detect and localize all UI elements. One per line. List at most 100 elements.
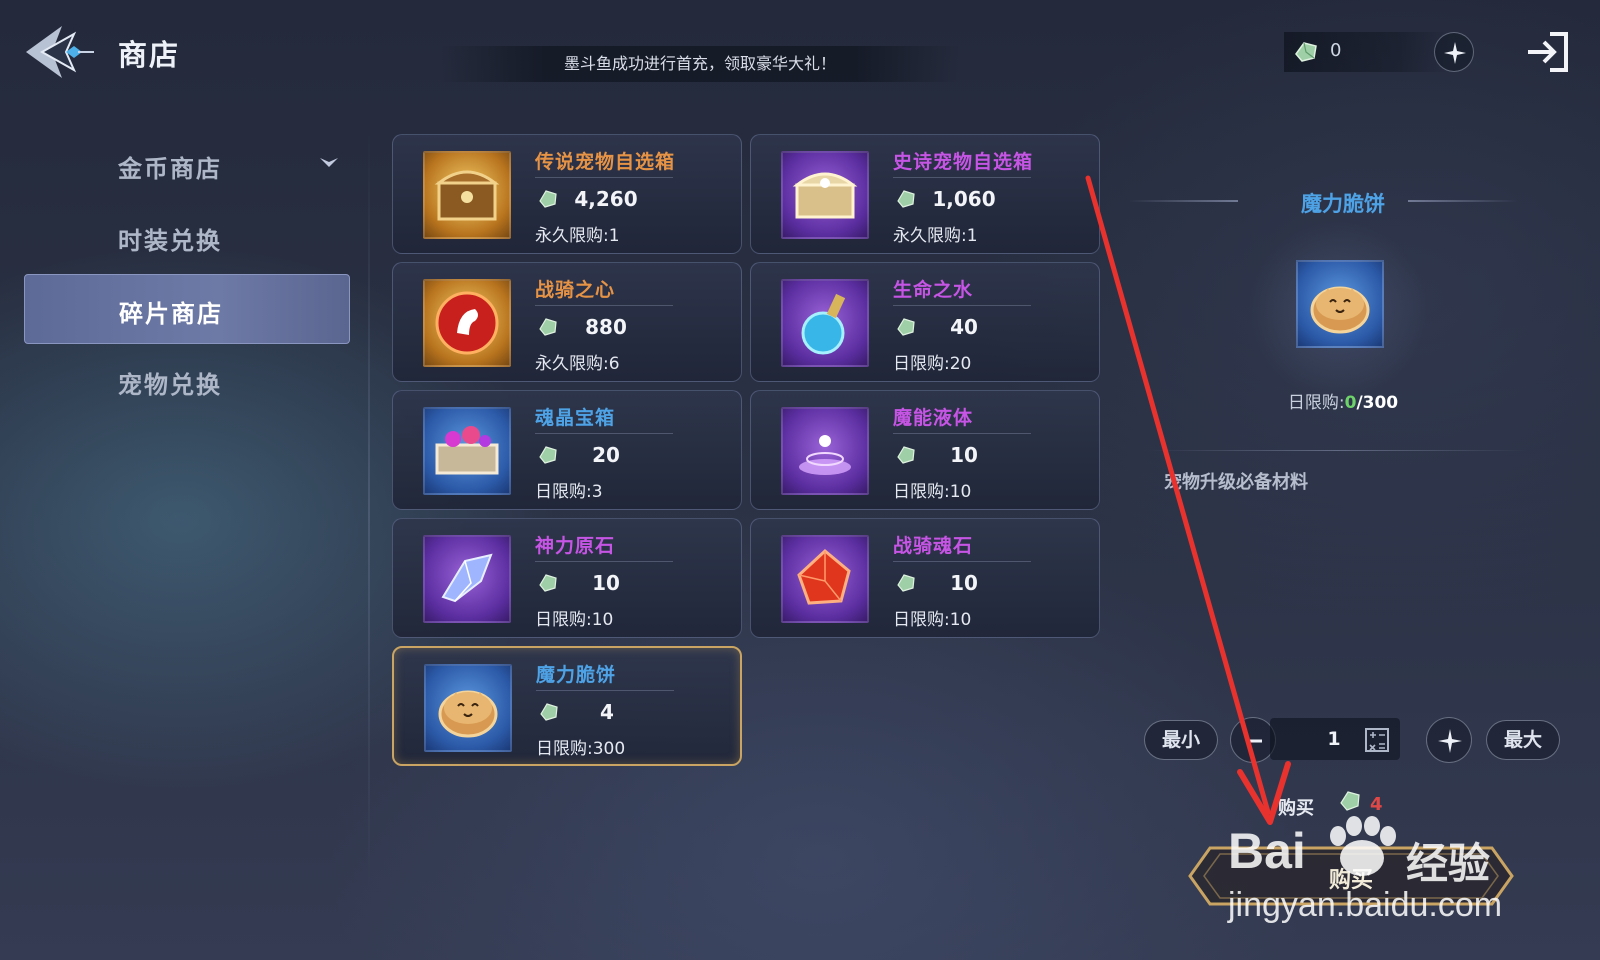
plus-sparkle-icon <box>1438 729 1462 753</box>
red-soul-stone-icon <box>781 535 869 623</box>
item-name: 战骑之心 <box>535 279 616 301</box>
item-purchase-limit: 日限购:20 <box>893 354 972 374</box>
shop-item-card-selected[interactable]: 魔力脆饼 4 日限购:300 <box>392 646 742 766</box>
quantity-increase-button[interactable] <box>1426 717 1472 763</box>
item-price: 10 <box>950 443 978 467</box>
shard-currency-icon <box>895 573 917 597</box>
shard-currency-icon <box>895 445 917 469</box>
item-purchase-limit: 日限购:10 <box>893 610 972 630</box>
total-cost-label: 购买 <box>1278 798 1314 819</box>
divider <box>893 177 1031 178</box>
notice-banner: 墨斗鱼成功进行首充，领取豪华大礼！ <box>440 46 960 82</box>
ornament-line <box>1408 200 1518 202</box>
shop-item-card[interactable]: 魔能液体 10 日限购:10 <box>750 390 1100 510</box>
limit-max: /300 <box>1356 393 1399 413</box>
divider <box>893 433 1031 434</box>
item-purchase-limit: 日限购:300 <box>536 739 626 759</box>
limit-label: 日限购: <box>1287 393 1345 413</box>
item-name: 魂晶宝箱 <box>535 407 616 429</box>
shop-item-card[interactable]: 神力原石 10 日限购:10 <box>392 518 742 638</box>
item-price: 4 <box>600 700 614 724</box>
item-name: 史诗宠物自选箱 <box>893 151 1034 173</box>
back-button[interactable] <box>22 20 96 84</box>
calculator-icon[interactable] <box>1364 727 1390 757</box>
detail-daily-limit: 日限购:0/300 <box>1128 388 1558 413</box>
shop-item-card[interactable]: 战骑魂石 10 日限购:10 <box>750 518 1100 638</box>
quantity-max-button[interactable]: 最大 <box>1486 720 1560 760</box>
shard-currency-icon <box>537 189 559 213</box>
total-cost-value: 4 <box>1370 794 1383 815</box>
item-name: 生命之水 <box>893 279 974 301</box>
page-title: 商店 <box>118 38 181 72</box>
gem-chest-icon <box>423 407 511 495</box>
item-name: 神力原石 <box>535 535 616 557</box>
sidebar-item-label: 宠物兑换 <box>118 371 222 399</box>
item-name: 传说宠物自选箱 <box>535 151 676 173</box>
divider <box>535 433 673 434</box>
magic-liquid-icon <box>781 407 869 495</box>
limit-current: 0 <box>1344 393 1357 413</box>
chevron-down-icon <box>318 154 340 176</box>
divider <box>535 177 673 178</box>
sidebar-item-label: 时装兑换 <box>118 227 222 255</box>
crystal-shard-icon <box>423 535 511 623</box>
shard-currency-icon <box>1338 790 1362 816</box>
add-currency-button[interactable] <box>1434 32 1474 72</box>
potion-bottle-icon <box>781 279 869 367</box>
back-arrow-icon <box>26 26 94 78</box>
shard-currency-icon <box>537 317 559 341</box>
quantity-input[interactable] <box>1322 728 1346 750</box>
item-price: 10 <box>592 571 620 595</box>
treasure-chest-icon <box>423 151 511 239</box>
item-purchase-limit: 日限购:10 <box>893 482 972 502</box>
shard-currency-icon <box>895 189 917 213</box>
item-price: 40 <box>950 315 978 339</box>
sidebar-item-label: 金币商店 <box>118 155 222 183</box>
divider <box>1148 450 1528 451</box>
divider <box>893 305 1031 306</box>
horse-orb-icon <box>423 279 511 367</box>
shard-currency-icon <box>538 702 560 726</box>
shard-currency-icon <box>895 317 917 341</box>
buy-button-label: 购买 <box>1328 868 1373 893</box>
divider <box>536 690 674 691</box>
divider <box>535 305 673 306</box>
shop-item-card[interactable]: 生命之水 40 日限购:20 <box>750 262 1100 382</box>
shard-currency-icon <box>1292 40 1320 68</box>
sidebar-item-fragment-shop[interactable]: 碎片商店 <box>24 274 350 344</box>
shop-item-card[interactable]: 传说宠物自选箱 4,260 永久限购:1 <box>392 134 742 254</box>
cookie-icon <box>1296 260 1384 348</box>
shard-currency-icon <box>537 445 559 469</box>
sidebar-item-label: 碎片商店 <box>119 300 223 328</box>
currency-amount: 0 <box>1330 40 1342 61</box>
shop-item-card[interactable]: 战骑之心 880 永久限购:6 <box>392 262 742 382</box>
divider <box>893 561 1031 562</box>
exit-door-icon <box>1528 32 1568 72</box>
cookie-icon <box>424 664 512 752</box>
sidebar-divider <box>368 130 370 890</box>
item-price: 1,060 <box>932 187 996 211</box>
detail-item-name: 魔力脆饼 <box>1301 192 1385 216</box>
shop-item-card[interactable]: 魂晶宝箱 20 日限购:3 <box>392 390 742 510</box>
shop-item-card[interactable]: 史诗宠物自选箱 1,060 永久限购:1 <box>750 134 1100 254</box>
item-purchase-limit: 日限购:10 <box>535 610 614 630</box>
plus-sparkle-icon <box>1444 42 1466 64</box>
item-purchase-limit: 永久限购:6 <box>535 354 620 374</box>
sidebar-item-pet-exchange[interactable]: 宠物兑换 <box>24 346 350 416</box>
sidebar-item-gold-shop[interactable]: 金币商店 <box>24 130 350 200</box>
item-detail-panel: 魔力脆饼 日限购:0/300 宠物升级必备材料 <box>1128 140 1558 560</box>
item-name: 战骑魂石 <box>893 535 974 557</box>
shard-currency-icon <box>537 573 559 597</box>
item-price: 4,260 <box>574 187 638 211</box>
sidebar-item-fashion-exchange[interactable]: 时装兑换 <box>24 202 350 272</box>
currency-display: 0 <box>1284 32 1450 72</box>
buy-button[interactable]: 购买 <box>1186 840 1516 912</box>
item-name: 魔能液体 <box>893 407 974 429</box>
ornate-chest-icon <box>781 151 869 239</box>
divider <box>535 561 673 562</box>
item-purchase-limit: 永久限购:1 <box>893 226 978 246</box>
item-purchase-limit: 永久限购:1 <box>535 226 620 246</box>
item-purchase-limit: 日限购:3 <box>535 482 603 502</box>
exit-button[interactable] <box>1524 26 1576 78</box>
quantity-min-button[interactable]: 最小 <box>1144 720 1218 760</box>
